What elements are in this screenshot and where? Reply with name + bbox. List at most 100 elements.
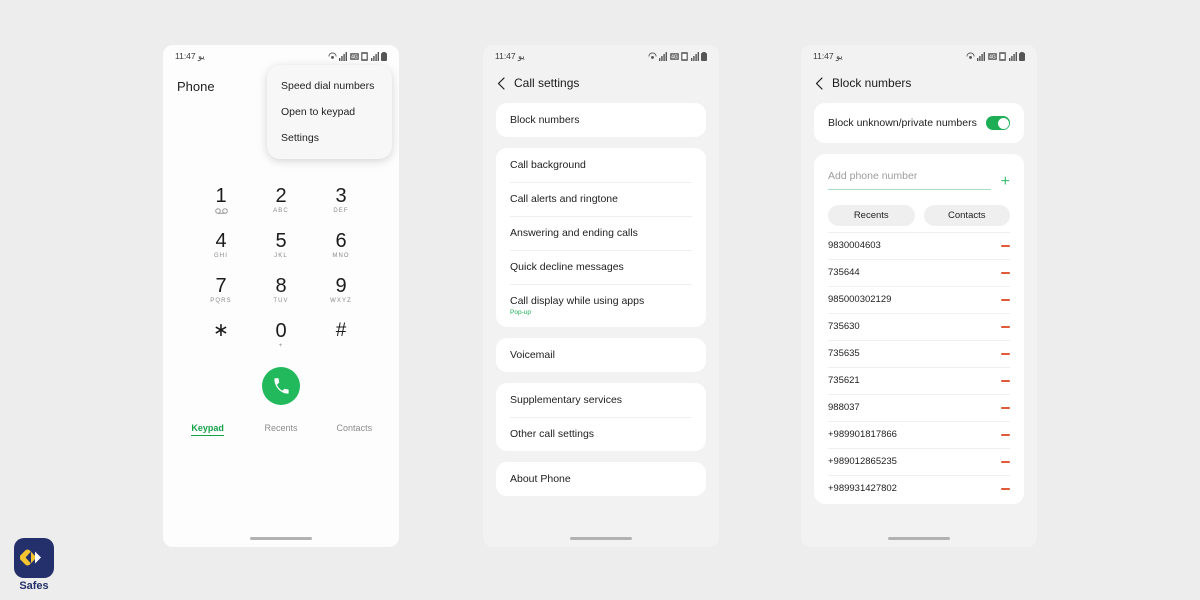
blocked-number: 735644 xyxy=(828,267,860,278)
dialpad-key-star[interactable]: ∗ xyxy=(191,320,251,351)
dialpad-key-7[interactable]: 7 PQRS xyxy=(191,275,251,306)
dialpad-key-digit: # xyxy=(335,320,347,341)
safes-logo-mark xyxy=(14,538,54,578)
back-chevron-icon[interactable] xyxy=(815,76,823,90)
status-bar: 11:47 یو 4G xyxy=(163,45,399,67)
phone-screen-dialer: 11:47 یو 4G Phone Speed dial numbers Ope… xyxy=(163,45,399,547)
settings-row-voicemail[interactable]: Voicemail xyxy=(496,338,706,372)
wifi-calling-icon xyxy=(327,51,337,59)
safes-logo: Safes xyxy=(11,538,57,592)
block-unknown-toggle[interactable] xyxy=(986,116,1010,130)
settings-row-block-numbers[interactable]: Block numbers xyxy=(496,103,706,137)
dialpad-key-2[interactable]: 2 ABC xyxy=(251,185,311,216)
dialpad-key-5[interactable]: 5 JKL xyxy=(251,230,311,261)
dialpad-key-hash[interactable]: # xyxy=(311,320,371,351)
status-time: 11:47 یو xyxy=(495,50,525,61)
remove-icon[interactable] xyxy=(1001,433,1010,436)
blocked-number: 735635 xyxy=(828,348,860,359)
network-icon: 4G xyxy=(669,52,679,60)
dialpad[interactable]: 1 2 ABC 3 DEF 4 GHI 5 JKL 6 MNO 7 PQRS 8… xyxy=(163,185,399,351)
dialpad-key-letters: JKL xyxy=(274,253,288,259)
remove-icon[interactable] xyxy=(1001,298,1010,301)
settings-row-call-alerts[interactable]: Call alerts and ringtone xyxy=(496,182,706,216)
menu-item-speed-dial[interactable]: Speed dial numbers xyxy=(267,73,392,99)
block-unknown-row[interactable]: Block unknown/private numbers xyxy=(814,103,1024,143)
call-button[interactable] xyxy=(262,367,300,405)
segment-contacts[interactable]: Contacts xyxy=(923,205,1010,226)
settings-row-label: Supplementary services xyxy=(510,394,623,406)
call-button-container xyxy=(163,367,399,405)
settings-row-quick-decline[interactable]: Quick decline messages xyxy=(496,250,706,284)
list-item[interactable]: 9830004603 xyxy=(814,232,1024,259)
blocked-number: 985000302129 xyxy=(828,294,892,305)
home-indicator xyxy=(483,537,719,547)
remove-icon[interactable] xyxy=(1001,487,1010,490)
tab-recents[interactable]: Recents xyxy=(244,423,317,433)
dialpad-key-digit: 1 xyxy=(215,185,227,207)
dialpad-key-letters: GHI xyxy=(214,253,228,259)
dialpad-key-letters: + xyxy=(278,343,284,349)
page-title: Call settings xyxy=(514,76,580,90)
dialpad-key-digit: 7 xyxy=(215,275,227,297)
dialpad-key-8[interactable]: 8 TUV xyxy=(251,275,311,306)
back-chevron-icon[interactable] xyxy=(497,76,505,90)
list-item[interactable]: 735644 xyxy=(814,259,1024,286)
remove-icon[interactable] xyxy=(1001,244,1010,247)
home-indicator-bar xyxy=(250,537,312,540)
settings-row-label: Voicemail xyxy=(510,349,555,361)
settings-row-answering-ending[interactable]: Answering and ending calls xyxy=(496,216,706,250)
list-item[interactable]: 988037 xyxy=(814,394,1024,421)
battery-icon xyxy=(381,51,387,61)
list-item[interactable]: +989931427802 xyxy=(814,475,1024,502)
status-icons: 4G xyxy=(965,51,1025,61)
sim-icon xyxy=(361,51,368,61)
nav-bar: Call settings xyxy=(483,67,719,103)
status-time: 11:47 یو xyxy=(175,50,205,61)
segment-recents[interactable]: Recents xyxy=(828,205,915,226)
plus-icon[interactable]: + xyxy=(1001,174,1010,190)
settings-row-call-background[interactable]: Call background xyxy=(496,148,706,182)
overflow-menu[interactable]: Speed dial numbers Open to keypad Settin… xyxy=(267,65,392,159)
dialpad-key-letters: WXYZ xyxy=(330,298,352,304)
dialpad-key-6[interactable]: 6 MNO xyxy=(311,230,371,261)
add-number-field-wrap xyxy=(828,166,991,190)
settings-row-supplementary[interactable]: Supplementary services xyxy=(496,383,706,417)
remove-icon[interactable] xyxy=(1001,460,1010,463)
tab-keypad[interactable]: Keypad xyxy=(171,423,244,436)
phone-screen-block-numbers: 11:47 یو 4G Block numbers Block unknown/… xyxy=(801,45,1037,547)
source-segmented-control[interactable]: Recents Contacts xyxy=(814,198,1024,232)
tab-contacts[interactable]: Contacts xyxy=(318,423,391,433)
list-item[interactable]: 735621 xyxy=(814,367,1024,394)
settings-row-call-display[interactable]: Call display while using apps Pop-up xyxy=(496,284,706,327)
home-indicator-bar xyxy=(888,537,950,540)
list-item[interactable]: 735635 xyxy=(814,340,1024,367)
list-item[interactable]: +989901817866 xyxy=(814,421,1024,448)
dialpad-key-4[interactable]: 4 GHI xyxy=(191,230,251,261)
tab-recents-label: Recents xyxy=(264,423,298,433)
settings-row-about-phone[interactable]: About Phone xyxy=(496,462,706,496)
bottom-tab-bar[interactable]: Keypad Recents Contacts xyxy=(163,423,399,436)
wifi-calling-icon xyxy=(647,51,657,59)
menu-item-open-to-keypad[interactable]: Open to keypad xyxy=(267,99,392,125)
blocked-number: 988037 xyxy=(828,402,860,413)
page-title: Block numbers xyxy=(832,76,912,90)
list-item[interactable]: 985000302129 xyxy=(814,286,1024,313)
home-indicator xyxy=(801,537,1037,547)
dialpad-key-9[interactable]: 9 WXYZ xyxy=(311,275,371,306)
dialpad-key-1[interactable]: 1 xyxy=(191,185,251,216)
add-phone-number-input[interactable] xyxy=(828,170,991,182)
dialpad-key-3[interactable]: 3 DEF xyxy=(311,185,371,216)
remove-icon[interactable] xyxy=(1001,352,1010,355)
remove-icon[interactable] xyxy=(1001,325,1010,328)
list-item[interactable]: 735630 xyxy=(814,313,1024,340)
remove-icon[interactable] xyxy=(1001,271,1010,274)
signal-icon xyxy=(370,51,379,61)
remove-icon[interactable] xyxy=(1001,379,1010,382)
remove-icon[interactable] xyxy=(1001,406,1010,409)
settings-row-other-call-settings[interactable]: Other call settings xyxy=(496,417,706,451)
list-item[interactable]: +989012865235 xyxy=(814,448,1024,475)
dialpad-key-0[interactable]: 0 + xyxy=(251,320,311,351)
dialpad-key-letters: ABC xyxy=(273,208,289,214)
menu-item-settings[interactable]: Settings xyxy=(267,125,392,151)
